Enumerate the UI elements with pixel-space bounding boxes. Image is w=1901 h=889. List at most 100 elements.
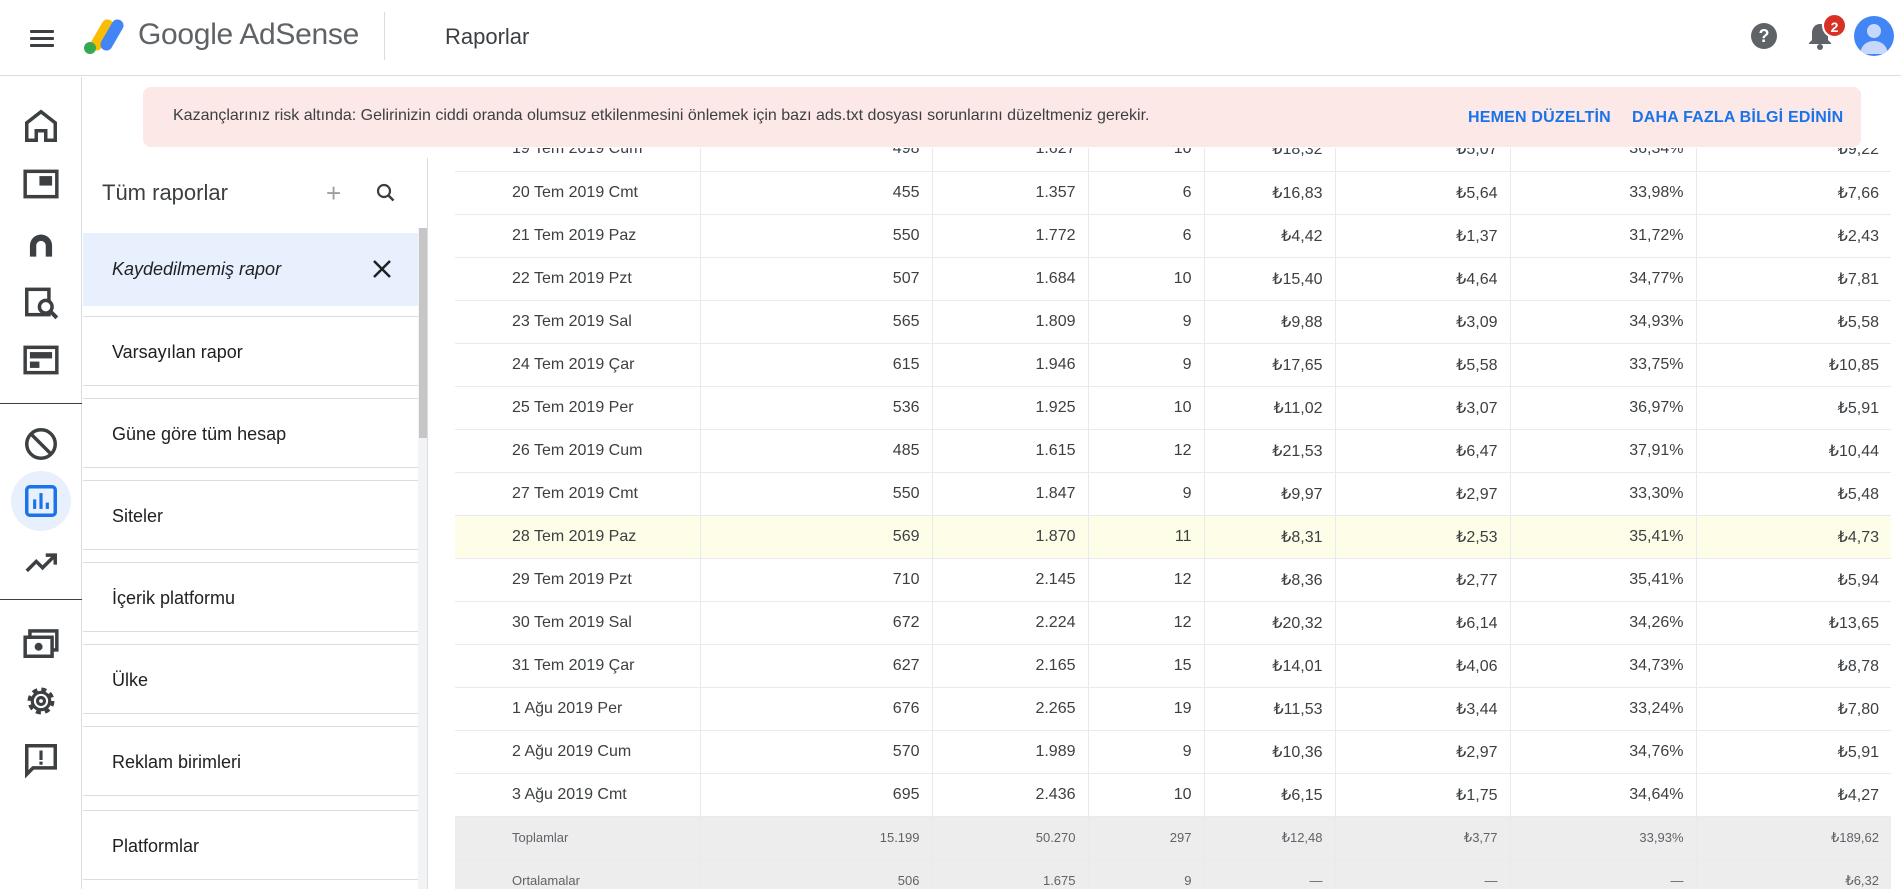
unsaved-report-item[interactable]: Kaydedilmemiş rapor [83,233,418,306]
report-item-default[interactable]: Varsayılan rapor [83,316,418,386]
brand-name: Google AdSense [138,18,359,51]
metric-cell: 550 [700,214,933,258]
metric-cell: ₺10,44 [1696,429,1891,473]
metric-cell: 6 [1088,214,1205,258]
metric-cell: ₺9,97 [1204,472,1336,516]
metric-cell: ₺4,64 [1335,257,1511,301]
table-row[interactable]: 22 Tem 2019 Pzt 507 1.684 10 ₺15,40 ₺4,64 34,7… [455,257,1891,301]
totals-row[interactable]: Toplamlar 15.199 50.270 297 ₺12,48 ₺3,77 33,93… [455,816,1891,860]
metric-cell: ₺7,80 [1696,687,1891,731]
metric-cell: 695 [700,773,933,817]
table-row[interactable]: 27 Tem 2019 Cmt 550 1.847 9 ₺9,97 ₺2,97 33,30%… [455,472,1891,516]
report-item-label: Siteler [112,506,164,526]
metric-cell: ₺4,73 [1696,515,1891,559]
help-icon[interactable]: ? [1748,20,1780,52]
learn-more-link[interactable]: DAHA FAZLA BİLGİ EDİNİN [1632,109,1843,127]
metric-cell: ₺5,91 [1696,730,1891,774]
row-label-cell: 2 Ağu 2019 Cum [455,730,701,774]
table-row[interactable]: 21 Tem 2019 Paz 550 1.772 6 ₺4,42 ₺1,37 31,72%… [455,214,1891,258]
sites-icon[interactable] [22,225,60,263]
metric-cell: ₺13,65 [1696,601,1891,645]
metric-cell: 536 [700,386,933,430]
metric-cell: 33,93% [1510,816,1697,860]
table-row[interactable]: 28 Tem 2019 Paz 569 1.870 11 ₺8,31 ₺2,53 35,41… [455,515,1891,559]
averages-row[interactable]: Ortalamalar 506 1.675 9— — — ₺6,32 [455,859,1891,889]
metric-cell: 1.772 [932,214,1089,258]
table-row[interactable]: 19 Tem 2019 Cum 498 1.627 10 ₺18,32 ₺5,07 36,3… [455,148,1891,172]
metric-cell: ₺7,81 [1696,257,1891,301]
metric-cell: ₺5,64 [1335,171,1511,215]
report-item-label: Varsayılan rapor [112,342,243,362]
blocking-controls-icon[interactable] [22,341,60,379]
metric-cell: 34,73% [1510,644,1697,688]
payments-icon[interactable] [22,623,60,661]
metric-cell: ₺6,15 [1204,773,1336,817]
feedback-icon[interactable] [22,741,60,779]
metric-cell: 507 [700,257,933,301]
metric-cell: ₺6,14 [1335,601,1511,645]
metric-cell: 34,64% [1510,773,1697,817]
table-row[interactable]: 2 Ağu 2019 Cum 570 1.989 9 ₺10,36 ₺2,97 34,76%… [455,730,1891,774]
metric-cell: ₺5,94 [1696,558,1891,602]
table-row[interactable]: 29 Tem 2019 Pzt 710 2.145 12 ₺8,36 ₺2,77 35,41… [455,558,1891,602]
table-row[interactable]: 25 Tem 2019 Per 536 1.925 10 ₺11,02 ₺3,07 36,9… [455,386,1891,430]
table-row[interactable]: 1 Ağu 2019 Per 676 2.265 19 ₺11,53 ₺3,44 33,24… [455,687,1891,731]
table-row[interactable]: 24 Tem 2019 Çar 615 1.946 9 ₺17,65 ₺5,58 33,75… [455,343,1891,387]
metric-cell: 1.627 [932,148,1089,172]
metric-cell: 710 [700,558,933,602]
ads-icon[interactable] [22,165,60,203]
report-item-ad-units[interactable]: Reklam birimleri [83,726,418,796]
metric-cell: ₺5,91 [1696,386,1891,430]
main-menu-icon[interactable] [26,22,58,54]
metric-cell: ₺5,07 [1335,148,1511,172]
report-item-sites[interactable]: Siteler [83,480,418,550]
fix-now-link[interactable]: HEMEN DÜZELTİN [1468,109,1611,127]
reports-scrollbar-thumb[interactable] [419,228,427,438]
metric-cell: ₺2,43 [1696,214,1891,258]
trending-icon[interactable] [22,544,60,582]
close-icon[interactable] [369,256,395,282]
metric-cell: ₺1,75 [1335,773,1511,817]
table-row[interactable]: 31 Tem 2019 Çar 627 2.165 15 ₺14,01 ₺4,06 34,7… [455,644,1891,688]
metric-cell: ₺18,32 [1204,148,1336,172]
header-divider [384,12,385,60]
row-label-cell: 22 Tem 2019 Pzt [455,257,701,301]
report-item-platforms[interactable]: Platformlar [83,810,418,880]
search-icon[interactable] [375,182,397,204]
metric-cell: ₺5,58 [1335,343,1511,387]
metric-cell: 1.946 [932,343,1089,387]
all-reports-title: Tüm raporlar [102,180,228,205]
add-report-icon[interactable]: + [326,180,341,206]
account-avatar[interactable] [1854,16,1894,56]
metric-cell: ₺8,36 [1204,558,1336,602]
optimization-icon[interactable] [22,283,60,321]
reports-icon[interactable] [22,482,60,520]
metric-cell: 35,41% [1510,515,1697,559]
metric-cell: 9 [1088,859,1205,889]
metric-cell: 10 [1088,148,1205,172]
metric-cell: 9 [1088,300,1205,344]
metric-cell: 1.925 [932,386,1089,430]
table-row[interactable]: 30 Tem 2019 Sal 672 2.224 12 ₺20,32 ₺6,14 34,2… [455,601,1891,645]
metric-cell: 9 [1088,343,1205,387]
metric-cell: 1.615 [932,429,1089,473]
report-item-account-by-day[interactable]: Güne göre tüm hesap [83,398,418,468]
block-icon[interactable] [22,425,60,463]
report-item-content-platform[interactable]: İçerik platformu [83,562,418,632]
metric-cell: 12 [1088,558,1205,602]
metric-cell: 1.989 [932,730,1089,774]
svg-text:?: ? [1759,26,1770,46]
table-row[interactable]: 23 Tem 2019 Sal 565 1.809 9 ₺9,88 ₺3,09 34,93%… [455,300,1891,344]
table-row[interactable]: 20 Tem 2019 Cmt 455 1.357 6 ₺16,83 ₺5,64 33,98… [455,171,1891,215]
home-icon[interactable] [22,107,60,145]
table-row[interactable]: 26 Tem 2019 Cum 485 1.615 12 ₺21,53 ₺6,47 37,9… [455,429,1891,473]
row-label-cell: 20 Tem 2019 Cmt [455,171,701,215]
table-row[interactable]: 3 Ağu 2019 Cmt 695 2.436 10 ₺6,15 ₺1,75 34,64%… [455,773,1891,817]
metric-cell: ₺8,31 [1204,515,1336,559]
metric-cell: 33,75% [1510,343,1697,387]
page-title: Raporlar [445,24,530,49]
report-item-country[interactable]: Ülke [83,644,418,714]
metric-cell: 672 [700,601,933,645]
settings-icon[interactable] [22,682,60,720]
metric-cell: ₺5,58 [1696,300,1891,344]
